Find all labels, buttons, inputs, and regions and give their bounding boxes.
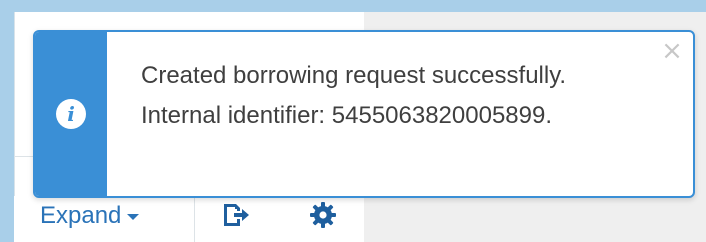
top-strip (0, 0, 706, 12)
gear-icon[interactable] (308, 200, 338, 230)
expand-button[interactable]: Expand (40, 196, 140, 236)
info-icon: i (56, 99, 86, 129)
notification-stripe: i (35, 32, 107, 196)
close-button[interactable]: × (661, 38, 683, 64)
expand-label: Expand (40, 202, 122, 229)
toolbar-divider (194, 196, 195, 242)
left-strip (0, 0, 14, 242)
caret-down-icon (127, 214, 140, 220)
bottom-toolbar: Expand (14, 196, 364, 242)
notification-message: Created borrowing request successfully. … (141, 62, 567, 129)
export-icon[interactable] (220, 200, 250, 230)
success-notification: i Created borrowing request successfully… (33, 30, 695, 198)
